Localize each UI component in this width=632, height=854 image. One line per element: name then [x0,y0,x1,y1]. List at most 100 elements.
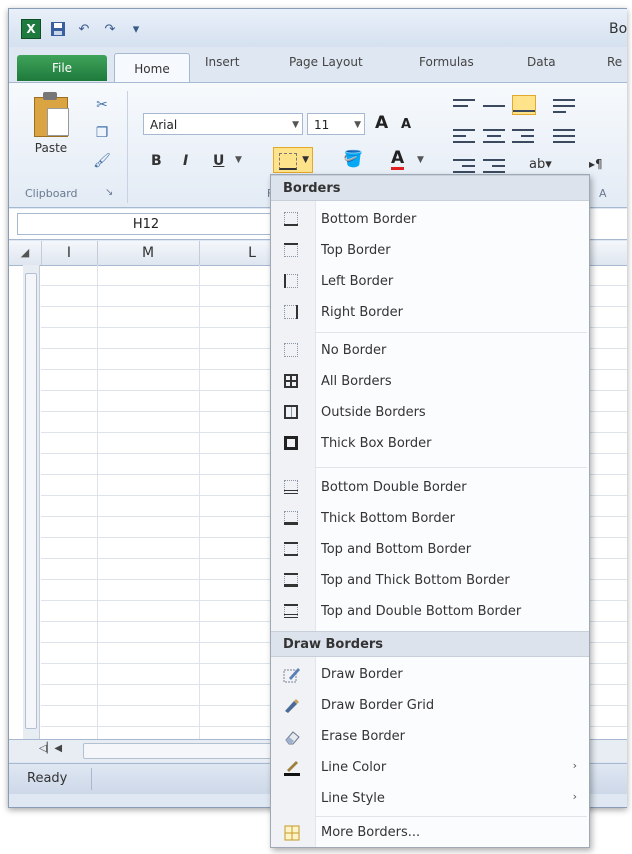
text-direction-icon[interactable]: ▸¶ [589,157,603,171]
top-thick-bottom-border-icon [283,572,301,590]
thick-bottom-border-icon [283,510,301,528]
chevron-down-icon[interactable]: ▼ [302,155,309,165]
status-text: Ready [27,771,68,786]
menu-item-top-border[interactable]: Top Border [271,236,589,266]
grow-font-button[interactable]: A [375,113,388,133]
italic-button[interactable]: I [183,153,188,169]
excel-app-icon[interactable]: X [21,19,41,39]
align-bottom-icon[interactable] [512,95,536,115]
customize-qat-icon[interactable]: ▾ [127,20,145,38]
menu-item-line-color[interactable]: Line Color › [271,753,589,783]
tab-insert[interactable]: Insert [205,55,239,69]
menu-item-thick-box-border[interactable]: Thick Box Border [271,429,589,459]
menu-item-erase-border[interactable]: Erase Border [271,722,589,752]
sheet-nav-icon[interactable]: ◁▏◀ [39,743,75,757]
menu-item-all-borders[interactable]: All Borders [271,367,589,397]
window-title: Bo [609,21,627,37]
no-border-icon [283,342,301,360]
font-color-button[interactable]: A [391,149,405,170]
grid-pencil-icon [283,697,301,715]
all-borders-icon [283,373,301,391]
menu-item-bottom-double-border[interactable]: Bottom Double Border [271,473,589,503]
orientation-icon[interactable]: ab▾ [529,157,552,172]
chevron-down-icon[interactable]: ▼ [417,155,424,165]
menu-item-outside-borders[interactable]: Outside Borders [271,398,589,428]
font-size-field[interactable]: 11 ▼ [307,113,365,135]
menu-item-label: Bottom Double Border [321,480,467,495]
menu-separator [315,467,587,468]
column-gridline [97,265,98,755]
align-center-icon[interactable] [483,127,505,145]
align-right-icon[interactable] [512,127,534,145]
top-double-bottom-border-icon [283,603,301,621]
wrap-text-icon[interactable] [553,97,575,115]
menu-item-thick-bottom-border[interactable]: Thick Bottom Border [271,504,589,534]
chevron-down-icon[interactable]: ▼ [354,114,361,136]
menu-item-label: Right Border [321,305,403,320]
tab-file[interactable]: File [17,55,107,81]
tab-data[interactable]: Data [527,55,556,69]
menu-item-line-style[interactable]: Line Style › [271,784,589,814]
tab-review[interactable]: Re [607,55,622,69]
scroll-thumb[interactable] [25,273,37,729]
menu-item-no-border[interactable]: No Border [271,336,589,366]
align-left-icon[interactable] [453,127,475,145]
cut-icon[interactable]: ✂ [91,95,113,115]
shrink-font-button[interactable]: A [401,117,411,132]
column-header[interactable]: M [97,241,200,265]
select-all-corner[interactable]: ◢ [9,241,42,265]
pencil-icon [283,666,301,684]
format-painter-icon[interactable]: 🖌 [91,151,113,171]
title-bar: X ↶ ↷ ▾ Bo [9,9,627,47]
clipboard-launcher-icon[interactable]: ↘ [105,187,113,198]
menu-item-top-double-bottom-border[interactable]: Top and Double Bottom Border [271,597,589,627]
menu-item-label: Thick Bottom Border [321,511,455,526]
menu-item-label: Left Border [321,274,394,289]
chevron-down-icon[interactable]: ▼ [292,114,299,136]
menu-item-draw-border-grid[interactable]: Draw Border Grid [271,691,589,721]
borders-button[interactable]: ▼ [273,147,313,173]
chevron-down-icon[interactable]: ▼ [235,155,242,165]
bold-button[interactable]: B [151,153,162,169]
save-icon[interactable] [49,20,67,38]
menu-item-right-border[interactable]: Right Border [271,298,589,328]
increase-indent-icon[interactable] [483,157,505,175]
status-divider [91,768,92,790]
menu-header-draw-borders: Draw Borders [271,631,589,657]
fill-color-icon[interactable]: 🪣 [343,149,363,168]
decrease-indent-icon[interactable] [453,157,475,175]
align-middle-icon[interactable] [483,97,505,115]
vertical-scrollbar[interactable] [23,265,40,755]
name-box[interactable]: H12 [17,213,275,235]
paste-button[interactable]: Paste [29,92,73,177]
column-header[interactable]: I [41,241,98,265]
quick-access-toolbar: X ↶ ↷ ▾ [21,19,145,39]
clipboard-group-label: Clipboard [25,187,78,200]
scroll-thumb[interactable] [83,743,285,759]
bottom-border-icon [279,153,297,170]
menu-item-top-thick-bottom-border[interactable]: Top and Thick Bottom Border [271,566,589,596]
redo-icon[interactable]: ↷ [101,20,119,38]
undo-icon[interactable]: ↶ [75,20,93,38]
align-top-icon[interactable] [453,97,475,115]
menu-item-more-borders[interactable]: More Borders... [271,818,589,848]
column-gridline [199,265,200,755]
copy-icon[interactable]: ❐ [91,123,113,143]
tab-page-layout[interactable]: Page Layout [289,55,363,69]
menu-item-label: All Borders [321,374,392,389]
menu-item-label: Erase Border [321,729,406,744]
top-border-icon [283,242,301,260]
tab-formulas[interactable]: Formulas [419,55,474,69]
menu-item-top-bottom-border[interactable]: Top and Bottom Border [271,535,589,565]
menu-item-left-border[interactable]: Left Border [271,267,589,297]
ribbon-tabs: File Home Insert Page Layout Formulas Da… [9,49,627,84]
submenu-arrow-icon: › [572,759,577,772]
font-name-field[interactable]: Arial ▼ [143,113,303,135]
underline-button[interactable]: U [213,153,224,169]
menu-item-bottom-border[interactable]: Bottom Border [271,205,589,235]
merge-center-icon[interactable] [553,127,575,145]
menu-separator [315,332,587,333]
menu-item-draw-border[interactable]: Draw Border [271,660,589,690]
menu-item-label: Draw Border [321,667,403,682]
tab-home[interactable]: Home [114,53,190,84]
